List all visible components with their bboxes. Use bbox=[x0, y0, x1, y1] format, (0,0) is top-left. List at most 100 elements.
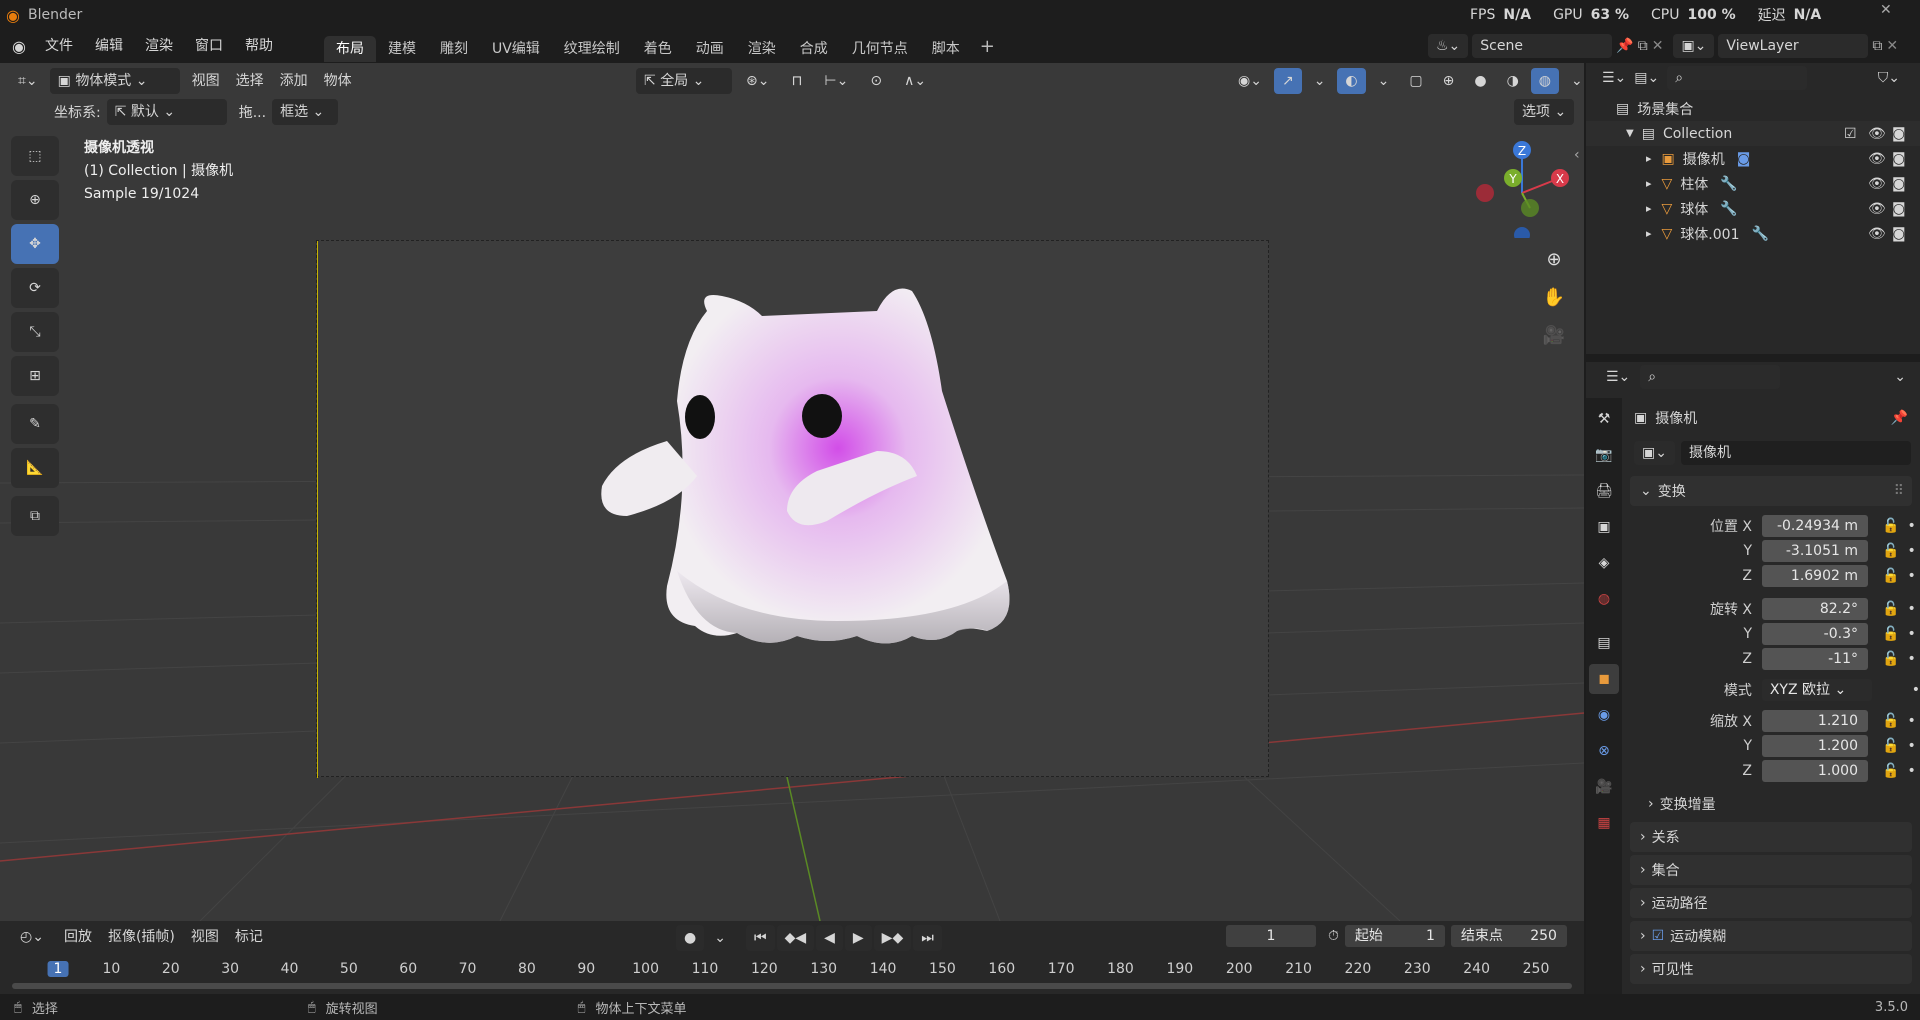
jump-start-icon[interactable]: ⏮ bbox=[745, 925, 775, 951]
camera-view-icon[interactable]: 🎥 bbox=[1538, 319, 1570, 351]
pan-hand-icon[interactable]: ✋ bbox=[1538, 281, 1570, 313]
outliner-collection[interactable]: ▼ ▤ Collection ☑ 👁 ◙ bbox=[1586, 121, 1920, 146]
remove-scene-icon[interactable]: ✕ bbox=[1652, 38, 1664, 54]
orientation-dropdown[interactable]: ⇱ 全局 ⌄ bbox=[636, 68, 732, 94]
delta-transform-subpanel[interactable]: › 变换增量 bbox=[1622, 789, 1920, 819]
eye-icon[interactable]: 👁 bbox=[1868, 176, 1886, 192]
expand-arrow-icon[interactable]: ▸ bbox=[1646, 227, 1652, 240]
menu-item-1[interactable]: 编辑 bbox=[84, 30, 134, 62]
keyframe-dot-icon[interactable]: • bbox=[1907, 713, 1915, 729]
viewport-menu-2[interactable]: 添加 bbox=[272, 68, 316, 94]
output-tab-icon[interactable]: 🖨 bbox=[1589, 476, 1619, 506]
shading-dropdown-icon[interactable]: ⌄ bbox=[1563, 68, 1584, 94]
outliner-search-input[interactable]: ⌕ bbox=[1667, 66, 1808, 90]
select-box-tool[interactable]: ⬚ bbox=[11, 136, 59, 176]
expand-arrow-icon[interactable]: ▸ bbox=[1646, 177, 1652, 190]
start-frame-field[interactable]: 起始 1 bbox=[1344, 925, 1445, 947]
object-name-field[interactable]: 摄像机 bbox=[1680, 441, 1911, 465]
object-type-icon[interactable]: ▣⌄ bbox=[1634, 441, 1675, 465]
keyframe-dot-icon[interactable]: • bbox=[1907, 626, 1915, 642]
scene-tab-icon[interactable]: ◈ bbox=[1589, 548, 1619, 578]
rotation-z-field[interactable]: -11° bbox=[1762, 647, 1868, 670]
keyframe-dot-icon[interactable]: • bbox=[1912, 682, 1920, 698]
workspace-tab-4[interactable]: 纹理绘制 bbox=[552, 36, 632, 62]
filter-icon[interactable]: ⛉⌄ bbox=[1878, 70, 1900, 86]
camera-data-tab-icon[interactable]: 🎥 bbox=[1589, 772, 1619, 802]
eye-icon[interactable]: 👁 bbox=[1868, 226, 1886, 242]
wireframe-shading-icon[interactable]: ⊕ bbox=[1435, 68, 1463, 94]
menu-item-3[interactable]: 窗口 bbox=[184, 30, 234, 62]
location-x-field[interactable]: -0.24934 m bbox=[1762, 514, 1868, 537]
menu-item-0[interactable]: 文件 bbox=[34, 30, 84, 62]
scene-icon[interactable]: ♨⌄ bbox=[1428, 34, 1469, 58]
view-layer-field[interactable]: ViewLayer bbox=[1718, 34, 1869, 58]
scale-y-field[interactable]: 1.200 bbox=[1762, 734, 1868, 757]
expand-arrow-icon[interactable]: ▼ bbox=[1626, 128, 1634, 139]
remove-view-layer-icon[interactable]: ✕ bbox=[1886, 38, 1898, 54]
keyframe-dot-icon[interactable]: • bbox=[1907, 601, 1915, 617]
scale-z-field[interactable]: 1.000 bbox=[1762, 759, 1868, 782]
location-z-field[interactable]: 1.6902 m bbox=[1762, 564, 1868, 587]
jump-end-icon[interactable]: ⏭ bbox=[913, 925, 942, 951]
stopwatch-icon[interactable]: ⏱ bbox=[1328, 928, 1339, 944]
timeline-menu-1[interactable]: 抠像(插帧) bbox=[100, 924, 183, 950]
gizmo-icon[interactable]: ↗ bbox=[1273, 68, 1302, 94]
workspace-tab-1[interactable]: 建模 bbox=[376, 36, 428, 62]
lock-icon[interactable]: 🔓 bbox=[1882, 601, 1899, 617]
keyframe-dot-icon[interactable]: • bbox=[1907, 738, 1915, 754]
eye-icon[interactable]: 👁 bbox=[1868, 151, 1886, 167]
copy-scene-icon[interactable]: ⧉ bbox=[1638, 38, 1648, 54]
outliner-item[interactable]: ▸ ▽ 球体 🔧 👁 ◙ bbox=[1586, 196, 1920, 221]
workspace-tab-3[interactable]: UV编辑 bbox=[480, 36, 552, 62]
properties-menu-icon[interactable]: ⌄ bbox=[1894, 369, 1906, 385]
next-keyframe-icon[interactable]: ▶◆ bbox=[873, 925, 912, 951]
blender-menu-icon[interactable]: ◉ bbox=[12, 37, 26, 56]
play-icon[interactable]: ▶ bbox=[844, 925, 872, 951]
rotate-tool[interactable]: ⟳ bbox=[11, 268, 59, 308]
viewport-menu-3[interactable]: 物体 bbox=[316, 68, 360, 94]
navigation-gizmo[interactable]: Z X Y bbox=[1470, 138, 1570, 238]
editor-type-icon[interactable]: ⌗⌄ bbox=[10, 68, 46, 94]
material-shading-icon[interactable]: ◑ bbox=[1499, 68, 1527, 94]
overlay-dropdown-icon[interactable]: ⌄ bbox=[1370, 68, 1398, 94]
pivot-icon[interactable]: ⊛⌄ bbox=[738, 68, 777, 94]
panel-header-1[interactable]: › 集合 bbox=[1630, 855, 1912, 885]
view-layer-icon[interactable]: ▣⌄ bbox=[1673, 34, 1715, 58]
lock-icon[interactable]: 🔓 bbox=[1882, 543, 1899, 559]
lock-icon[interactable]: 🔓 bbox=[1882, 713, 1899, 729]
lock-icon[interactable]: 🔓 bbox=[1882, 763, 1899, 779]
outliner-item[interactable]: ▸ ▽ 球体.001 🔧 👁 ◙ bbox=[1586, 221, 1920, 246]
menu-item-4[interactable]: 帮助 bbox=[234, 30, 284, 62]
keyframe-dot-icon[interactable]: • bbox=[1907, 543, 1915, 559]
lock-icon[interactable]: 🔓 bbox=[1882, 738, 1899, 754]
snap-icon[interactable]: ⊓ bbox=[783, 68, 810, 94]
keyframe-dot-icon[interactable]: • bbox=[1907, 518, 1915, 534]
workspace-tab-0[interactable]: 布局 bbox=[323, 36, 376, 62]
view-layer-tab-icon[interactable]: ▣ bbox=[1589, 512, 1619, 542]
timeline-menu-0[interactable]: 回放 bbox=[56, 924, 100, 950]
rendered-shading-icon[interactable]: ◍ bbox=[1530, 68, 1559, 94]
viewport-menu-0[interactable]: 视图 bbox=[184, 68, 228, 94]
scale-x-field[interactable]: 1.210 bbox=[1762, 709, 1868, 732]
transform-tool[interactable]: ⊞ bbox=[11, 356, 59, 396]
transform-panel-header[interactable]: ⌄ 变换 ⠿ bbox=[1630, 476, 1912, 506]
render-camera-icon[interactable]: ◙ bbox=[1892, 176, 1906, 192]
annotate-tool[interactable]: ✎ bbox=[11, 404, 59, 444]
pin-icon[interactable]: 📌 bbox=[1891, 410, 1908, 426]
options-dropdown[interactable]: 选项 ⌄ bbox=[1514, 99, 1575, 125]
falloff-icon[interactable]: ∧⌄ bbox=[896, 68, 934, 94]
location-y-field[interactable]: -3.1051 m bbox=[1762, 539, 1868, 562]
measure-tool[interactable]: 📐 bbox=[11, 448, 59, 488]
timeline-scrollbar[interactable] bbox=[12, 983, 1572, 989]
properties-editor-icon[interactable]: ☰⌄ bbox=[1606, 369, 1630, 385]
exclude-checkbox[interactable]: ☑ bbox=[1844, 126, 1857, 142]
record-icon[interactable]: ● bbox=[676, 925, 705, 951]
lock-icon[interactable]: 🔓 bbox=[1882, 518, 1899, 534]
current-frame-field[interactable]: 1 bbox=[1226, 925, 1316, 947]
overlay-icon[interactable]: ◐ bbox=[1337, 68, 1366, 94]
sidebar-toggle-icon[interactable]: ‹ bbox=[1574, 147, 1580, 163]
end-frame-field[interactable]: 结束点 250 bbox=[1450, 925, 1567, 947]
proportional-edit-icon[interactable]: ⊙ bbox=[862, 68, 890, 94]
record-dropdown-icon[interactable]: ⌄ bbox=[706, 925, 734, 951]
workspace-tab-2[interactable]: 雕刻 bbox=[428, 36, 480, 62]
